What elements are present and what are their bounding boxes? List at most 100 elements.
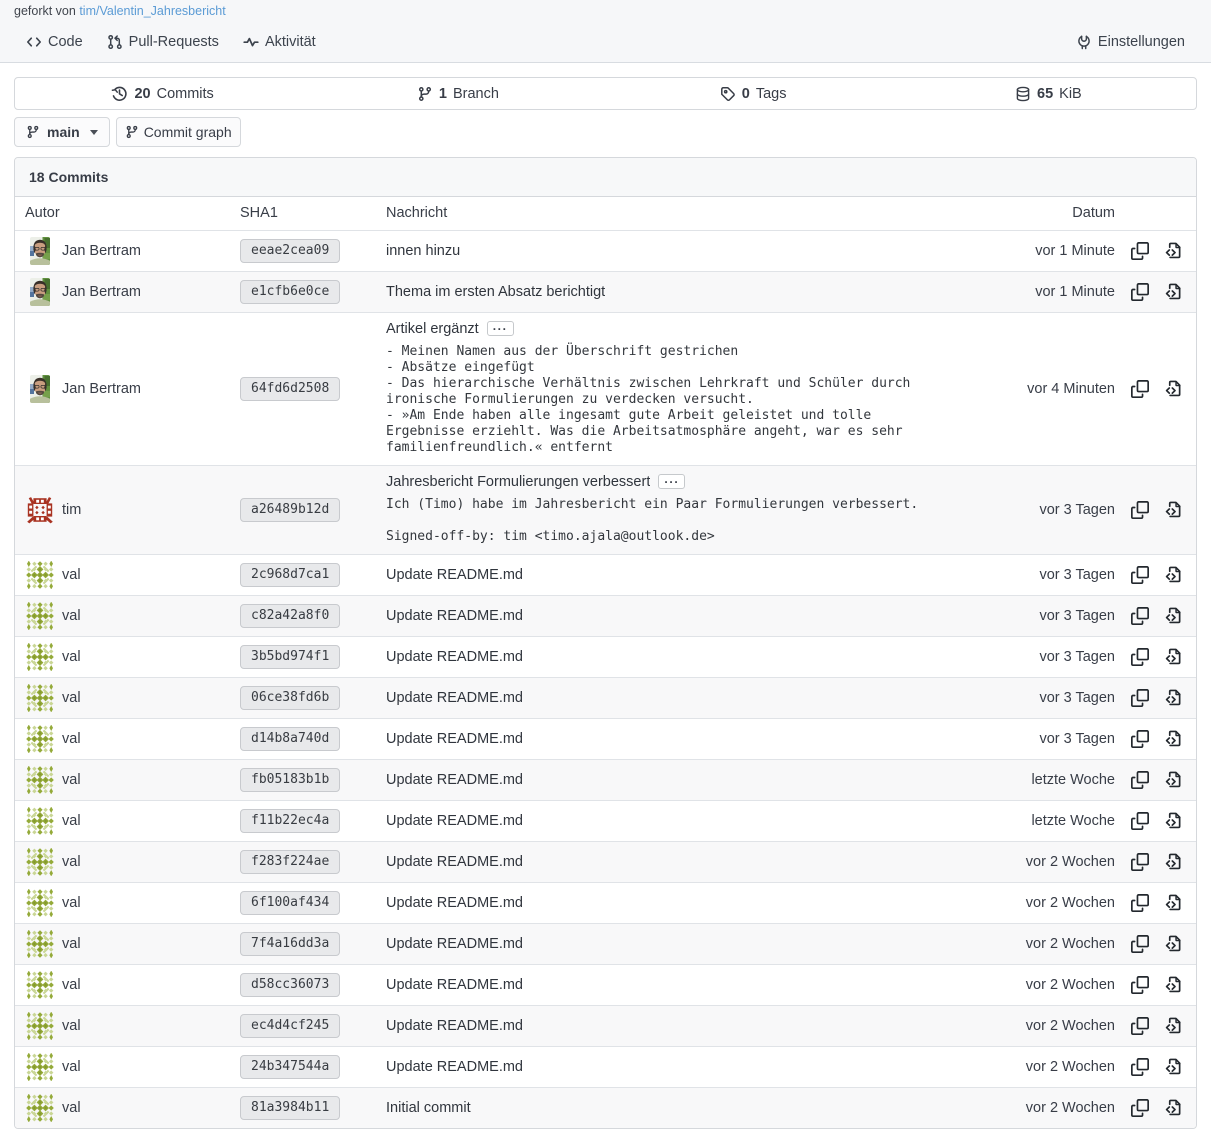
commit-message-link[interactable]: Update README.md <box>386 567 523 583</box>
commit-message-link[interactable]: Update README.md <box>386 690 523 706</box>
copy-sha-icon[interactable] <box>1131 1058 1149 1076</box>
view-file-at-commit-icon[interactable] <box>1164 976 1182 994</box>
commit-message-link[interactable]: Update README.md <box>386 649 523 665</box>
copy-sha-icon[interactable] <box>1131 730 1149 748</box>
commit-message-link[interactable]: Update README.md <box>386 895 523 911</box>
view-file-at-commit-icon[interactable] <box>1164 730 1182 748</box>
tab-settings[interactable]: Einstellungen <box>1064 22 1197 62</box>
view-file-at-commit-icon[interactable] <box>1164 1017 1182 1035</box>
stat-size[interactable]: 65 KiB <box>901 78 1196 109</box>
commit-message-link[interactable]: Update README.md <box>386 772 523 788</box>
commit-sha-button[interactable]: a26489b12d <box>240 498 340 522</box>
copy-sha-icon[interactable] <box>1131 242 1149 260</box>
commit-sha-button[interactable]: 06ce38fd6b <box>240 686 340 710</box>
wrench-icon <box>1076 34 1092 50</box>
view-file-at-commit-icon[interactable] <box>1164 1099 1182 1117</box>
copy-sha-icon[interactable] <box>1131 380 1149 398</box>
copy-sha-icon[interactable] <box>1131 853 1149 871</box>
commit-message-link[interactable]: Initial commit <box>386 1100 471 1116</box>
commit-sha-button[interactable]: e1cfb6e0ce <box>240 280 340 304</box>
commit-sha-button[interactable]: 7f4a16dd3a <box>240 932 340 956</box>
copy-sha-icon[interactable] <box>1131 771 1149 789</box>
copy-sha-icon[interactable] <box>1131 812 1149 830</box>
commit-message-link[interactable]: Update README.md <box>386 854 523 870</box>
view-file-at-commit-icon[interactable] <box>1164 1058 1182 1076</box>
commit-sha-button[interactable]: d58cc36073 <box>240 973 340 997</box>
view-file-at-commit-icon[interactable] <box>1164 894 1182 912</box>
author-name: val <box>62 567 81 583</box>
commit-message-link[interactable]: innen hinzu <box>386 243 460 259</box>
stat-tags[interactable]: 0 Tags <box>606 78 901 109</box>
commit-author: val <box>25 889 220 917</box>
commit-message-link[interactable]: Jahresbericht Formulierungen verbessert <box>386 474 650 490</box>
view-file-at-commit-icon[interactable] <box>1164 771 1182 789</box>
database-icon <box>1015 86 1031 102</box>
tab-code[interactable]: Code <box>14 22 95 62</box>
view-file-at-commit-icon[interactable] <box>1164 689 1182 707</box>
copy-sha-icon[interactable] <box>1131 607 1149 625</box>
copy-sha-icon[interactable] <box>1131 566 1149 584</box>
branch-selector-button[interactable]: main <box>14 117 110 147</box>
copy-sha-icon[interactable] <box>1131 501 1149 519</box>
commit-message-link[interactable]: Update README.md <box>386 1018 523 1034</box>
copy-sha-icon[interactable] <box>1131 894 1149 912</box>
commit-sha-button[interactable]: f11b22ec4a <box>240 809 340 833</box>
copy-sha-icon[interactable] <box>1131 1017 1149 1035</box>
commit-sha-button[interactable]: eeae2cea09 <box>240 239 340 263</box>
copy-sha-icon[interactable] <box>1131 1099 1149 1117</box>
commit-sha-button[interactable]: 81a3984b11 <box>240 1096 340 1120</box>
view-file-at-commit-icon[interactable] <box>1164 812 1182 830</box>
view-file-at-commit-icon[interactable] <box>1164 935 1182 953</box>
avatar-jan <box>26 237 54 265</box>
column-header-sha: SHA1 <box>230 197 376 230</box>
expand-commit-message-button[interactable]: ··· <box>487 321 514 336</box>
commit-sha-button[interactable]: ec4d4cf245 <box>240 1014 340 1038</box>
commit-message-link[interactable]: Update README.md <box>386 813 523 829</box>
stat-branches[interactable]: 1 Branch <box>310 78 605 109</box>
commit-sha-button[interactable]: c82a42a8f0 <box>240 604 340 628</box>
tab-activity[interactable]: Aktivität <box>231 22 328 62</box>
commit-sha-button[interactable]: f283f224ae <box>240 850 340 874</box>
copy-sha-icon[interactable] <box>1131 935 1149 953</box>
copy-sha-icon[interactable] <box>1131 283 1149 301</box>
commit-row: val 3b5bd974f1 Update README.md vor 3 Ta… <box>15 636 1196 677</box>
copy-sha-icon[interactable] <box>1131 976 1149 994</box>
commit-sha-button[interactable]: fb05183b1b <box>240 768 340 792</box>
view-file-at-commit-icon[interactable] <box>1164 853 1182 871</box>
author-name: val <box>62 649 81 665</box>
commit-message-link[interactable]: Thema im ersten Absatz berichtigt <box>386 284 605 300</box>
fork-origin-link[interactable]: tim/Valentin_Jahresbericht <box>79 4 225 18</box>
commit-message-link[interactable]: Update README.md <box>386 731 523 747</box>
copy-sha-icon[interactable] <box>1131 689 1149 707</box>
view-file-at-commit-icon[interactable] <box>1164 283 1182 301</box>
commit-author: Jan Bertram <box>25 237 220 265</box>
expand-commit-message-button[interactable]: ··· <box>658 474 685 489</box>
commit-sha-button[interactable]: d14b8a740d <box>240 727 340 751</box>
commit-graph-button[interactable]: Commit graph <box>116 117 241 147</box>
commit-row: val c82a42a8f0 Update README.md vor 3 Ta… <box>15 595 1196 636</box>
commit-message-link[interactable]: Update README.md <box>386 936 523 952</box>
view-file-at-commit-icon[interactable] <box>1164 501 1182 519</box>
commit-author: val <box>25 602 220 630</box>
commit-sha-button[interactable]: 6f100af434 <box>240 891 340 915</box>
view-file-at-commit-icon[interactable] <box>1164 607 1182 625</box>
copy-sha-icon[interactable] <box>1131 648 1149 666</box>
view-file-at-commit-icon[interactable] <box>1164 566 1182 584</box>
commit-message-link[interactable]: Update README.md <box>386 608 523 624</box>
commit-sha-button[interactable]: 2c968d7ca1 <box>240 563 340 587</box>
author-name: val <box>62 731 81 747</box>
commit-sha-button[interactable]: 24b347544a <box>240 1055 340 1079</box>
stat-commits[interactable]: 20 Commits <box>15 78 310 109</box>
view-file-at-commit-icon[interactable] <box>1164 242 1182 260</box>
tab-pull-requests[interactable]: Pull-Requests <box>95 22 231 62</box>
commit-sha-button[interactable]: 64fd6d2508 <box>240 377 340 401</box>
view-file-at-commit-icon[interactable] <box>1164 648 1182 666</box>
commit-sha-button[interactable]: 3b5bd974f1 <box>240 645 340 669</box>
view-file-at-commit-icon[interactable] <box>1164 380 1182 398</box>
commit-message-link[interactable]: Update README.md <box>386 977 523 993</box>
commit-date: vor 2 Wochen <box>995 1005 1121 1046</box>
commit-message-link[interactable]: Update README.md <box>386 1059 523 1075</box>
commit-author: val <box>25 1053 220 1081</box>
commit-message-link[interactable]: Artikel ergänzt <box>386 321 479 337</box>
column-header-author: Autor <box>15 197 230 230</box>
